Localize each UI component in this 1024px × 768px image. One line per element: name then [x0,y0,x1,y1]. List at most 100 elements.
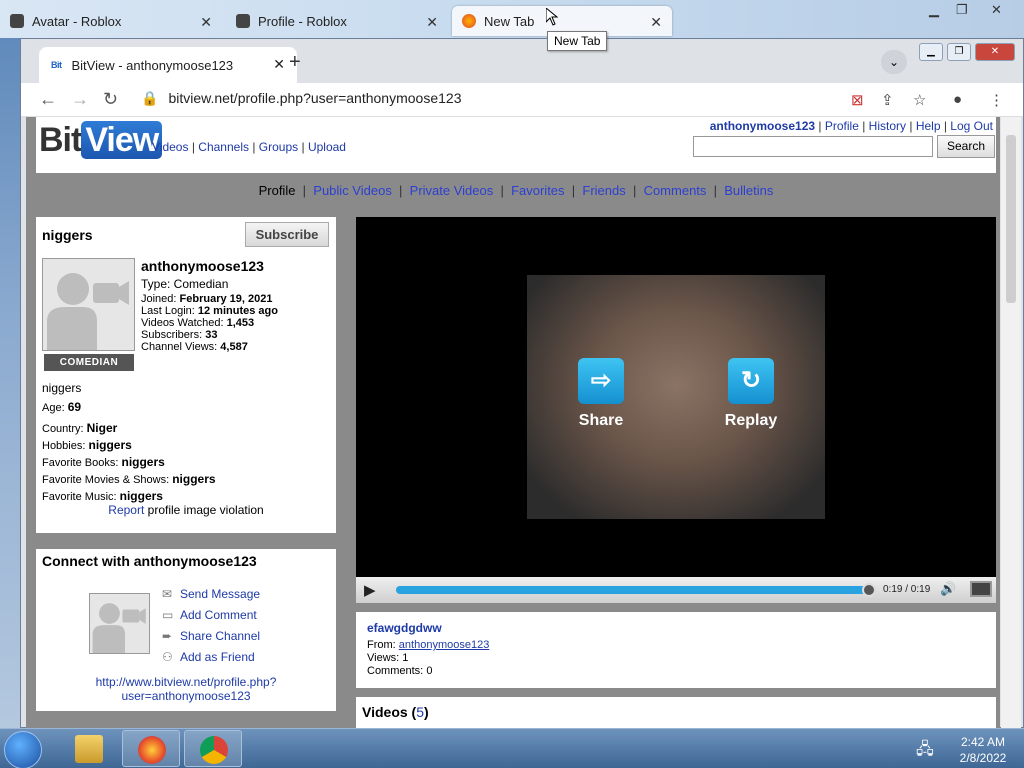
fullscreen-icon[interactable] [970,581,992,597]
play-icon[interactable]: ▶ [364,581,376,599]
profile-icon[interactable]: ● [953,91,962,108]
taskbar-explorer[interactable] [60,730,118,767]
subscribe-button[interactable]: Subscribe [245,222,329,247]
nav-history[interactable]: History [869,119,906,133]
taskbar: 🖧 2:42 AM 2/8/2022 [0,728,1024,768]
chrome-tab-bitview[interactable]: Bit BitView - anthonymoose123 ✕ [39,47,297,83]
outer-tab-strip: Avatar - Roblox ✕ Profile - Roblox ✕ New… [0,0,1024,38]
search-button[interactable]: Search [937,135,995,158]
subnav-favorites[interactable]: Favorites [511,183,564,198]
nav-help[interactable]: Help [916,119,941,133]
close-window-icon[interactable]: ✕ [991,2,1002,18]
reload-icon[interactable]: ↻ [103,89,118,110]
subnav-friends[interactable]: Friends [582,183,625,198]
videos-label: Videos [362,704,408,720]
login-label: Last Login: [141,305,195,317]
watched-label: Videos Watched: [141,317,224,329]
blocked-popup-icon[interactable]: ⊠ [851,91,864,109]
subnav-public-videos[interactable]: Public Videos [313,183,392,198]
bitview-logo[interactable]: Bit View [39,121,163,160]
video-comments-value: 0 [426,665,433,677]
taskbar-firefox[interactable] [122,730,180,767]
channel-url[interactable]: http://www.bitview.net/profile.php? user… [36,675,336,703]
report-link[interactable]: Report [108,503,144,517]
uploader-link[interactable]: anthonymoose123 [399,639,490,651]
joined-label: Joined: [141,293,177,305]
user-info: anthonymoose123 Type: Comedian Joined: F… [141,257,278,353]
close-icon[interactable]: ✕ [200,14,212,31]
nav-channels[interactable]: Channels [198,140,249,154]
nav-logout[interactable]: Log Out [950,119,993,133]
menu-icon[interactable]: ⋮ [989,91,1004,109]
video-title[interactable]: efawgdgdww [367,621,442,635]
avatar[interactable] [42,258,135,351]
user-link[interactable]: anthonymoose123 [710,119,815,133]
site-header: Bit View Videos | Channels | Groups | Upl… [36,117,996,173]
restore-icon[interactable]: ❐ [956,2,968,18]
subnav-profile[interactable]: Profile [259,183,296,198]
minimize-icon[interactable]: ▁ [929,2,939,18]
share-button[interactable]: ⇨ Share [556,358,646,430]
subnav-bulletins[interactable]: Bulletins [724,183,773,198]
replay-button[interactable]: ↻ Replay [706,358,796,430]
nav-groups[interactable]: Groups [259,140,298,154]
comedian-badge: COMEDIAN [44,354,134,371]
close-icon[interactable]: ✕ [426,14,438,31]
taskbar-chrome[interactable] [184,730,242,767]
back-icon[interactable]: ← [39,89,57,110]
videos-count[interactable]: 5 [416,704,424,720]
subnav-private-videos[interactable]: Private Videos [410,183,494,198]
video-player[interactable]: ⇨ Share ↻ Replay ▶ 0:19 / 0:19 🔊 [356,217,996,603]
logo-bit: Bit [39,121,82,159]
page-content: Bit View Videos | Channels | Groups | Upl… [26,117,1000,729]
video-info: efawgdgdww From: anthonymoose123 Views: … [356,612,996,688]
page-scrollbar[interactable] [1001,117,1021,729]
roblox-icon [236,14,250,28]
player-controls: ▶ 0:19 / 0:19 🔊 [356,577,996,603]
subs-value: 33 [205,329,218,341]
add-friend-icon: ⚇ [162,650,173,664]
search-input[interactable] [693,136,933,157]
add-friend-link[interactable]: Add as Friend [180,650,255,664]
close-icon[interactable]: ✕ [650,14,662,31]
new-tab-icon[interactable]: + [289,51,301,74]
chrome-tab-strip: Bit BitView - anthonymoose123 ✕ + ⌄ ▁ ❐ … [21,39,1023,83]
minimize-icon[interactable]: ▁ [919,43,943,61]
envelope-icon: ✉ [162,587,173,601]
share-icon[interactable]: ⇪ [881,91,894,109]
share-channel-link[interactable]: Share Channel [180,629,260,643]
outer-tab-avatar[interactable]: Avatar - Roblox ✕ [0,6,222,36]
default-avatar-icon [47,273,129,350]
network-icon[interactable]: 🖧 [916,738,934,765]
taskbar-clock[interactable]: 2:42 AM 2/8/2022 [948,734,1018,766]
volume-icon[interactable]: 🔊 [940,581,956,597]
close-icon[interactable]: ✕ [273,56,285,73]
close-window-icon[interactable]: ✕ [975,43,1015,61]
chrome-window: Bit BitView - anthonymoose123 ✕ + ⌄ ▁ ❐ … [20,38,1024,729]
star-icon[interactable]: ☆ [913,91,926,109]
subnav-comments[interactable]: Comments [644,183,707,198]
outer-tab-label: New Tab [484,13,535,29]
report-line: Report profile image violation [36,503,336,517]
forward-icon[interactable]: → [71,89,89,110]
profile-username: anthonymoose123 [141,258,264,274]
progress-bar[interactable] [396,583,876,597]
nav-videos[interactable]: Videos [152,140,188,154]
outer-tab-profile[interactable]: Profile - Roblox ✕ [226,6,448,36]
roblox-icon [10,14,24,28]
start-button[interactable] [4,731,42,768]
nav-upload[interactable]: Upload [308,140,346,154]
progress-knob[interactable] [862,583,876,597]
send-message-link[interactable]: Send Message [180,587,260,601]
nav-profile[interactable]: Profile [825,119,859,133]
country-value: Niger [86,421,118,435]
address-bar[interactable]: 🔒 bitview.net/profile.php?user=anthonymoo… [141,90,461,107]
profile-title: niggers [42,227,93,243]
chevron-down-icon[interactable]: ⌄ [881,50,907,74]
scrollbar-thumb[interactable] [1006,135,1016,303]
books-label: Favorite Books: [42,457,119,469]
report-text: profile image violation [144,503,264,517]
restore-icon[interactable]: ❐ [947,43,971,61]
add-comment-link[interactable]: Add Comment [180,608,257,622]
connect-avatar[interactable] [89,593,150,654]
